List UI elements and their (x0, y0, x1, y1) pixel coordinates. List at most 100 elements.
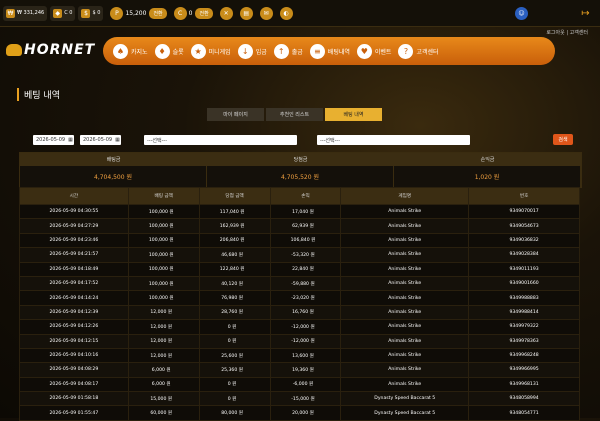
table-cell: Animals Strike (340, 376, 470, 393)
table-cell: 100,000 원 (127, 275, 200, 292)
table-cell: Animals Strike (340, 232, 470, 249)
user-icon[interactable]: ☺ (515, 6, 528, 20)
table-cell: -12,000 원 (269, 319, 342, 335)
table-row: 2026-05-09 04:17:52 100,000 원 40,120 원 -59,… (19, 275, 580, 292)
table-cell: 0 원 (198, 319, 271, 335)
summary-pl-label: 손익금 (394, 153, 581, 166)
game-type-select[interactable]: ---선택--- (144, 135, 297, 145)
col-bet-amount: 배팅 금액 (127, 187, 200, 205)
table-cell: 9349968131 (468, 376, 580, 393)
nav-support[interactable]: ? 고객센터 (398, 43, 439, 59)
search-button[interactable]: 검색 (553, 134, 573, 145)
table-cell: Animals Strike (340, 362, 470, 378)
tab-bet-history[interactable]: 베팅 내역 (325, 108, 382, 121)
filter-bar: 2026-05-09 ▦ 2026-05-09 ▦ ---선택--- ---선택--… (19, 132, 580, 149)
page-tabs: 마이 페이지 추천인 리스트 베팅 내역 (207, 108, 384, 121)
table-cell: 0 원 (198, 376, 271, 393)
col-game: 게임명 (340, 187, 470, 205)
tab-mypage[interactable]: 마이 페이지 (207, 108, 264, 121)
table-row: 2026-05-09 04:14:24 100,000 원 76,980 원 -23,… (19, 290, 580, 306)
summary-bet-value: 4,704,500 원 (20, 166, 207, 187)
col-profit: 손익 (269, 187, 342, 205)
points-icon: P (110, 6, 124, 20)
table-cell: 12,000 원 (127, 304, 200, 321)
table-cell: 106,840 원 (269, 232, 342, 249)
ticket-icon[interactable]: ▤ (239, 6, 253, 20)
table-cell: Animals Strike (340, 290, 470, 306)
table-cell: 0 원 (198, 391, 271, 407)
table-cell: Animals Strike (340, 247, 470, 263)
nav-deposit[interactable]: ↓ 입금 (237, 43, 267, 59)
table-cell: 2026-05-09 04:27:29 (19, 218, 129, 234)
tools-icon[interactable]: ✕ (219, 6, 233, 20)
deposit-icon: ↓ (237, 43, 253, 59)
summary-pl-value: 1,020 원 (394, 166, 581, 187)
table-cell: -6,000 원 (269, 376, 342, 393)
table-cell: 2026-05-09 04:12:15 (19, 333, 129, 349)
tab-referrals[interactable]: 추천인 리스트 (266, 108, 323, 121)
table-cell: 100,000 원 (127, 247, 200, 263)
nav-minigame[interactable]: ★ 미니게임 (190, 43, 231, 59)
nav-casino[interactable]: ♠ 카지노 (113, 43, 148, 59)
table-cell: 2026-05-09 01:55:47 (19, 405, 129, 421)
balance-chip-casino: ◆ C 0 (50, 5, 76, 21)
bet-history-table: 시간 배팅 금액 당첨 금액 손익 게임명 번호 2026-05-09 04:3… (19, 187, 580, 421)
table-row: 2026-05-09 04:10:16 12,000 원 25,600 원 13,60… (19, 347, 580, 364)
message-icon[interactable]: ✉ (259, 6, 273, 20)
coin-icon: C (173, 6, 187, 20)
coin-convert-button[interactable]: 전환 (195, 7, 213, 19)
nav-withdraw[interactable]: ↑ 출금 (273, 43, 303, 59)
table-cell: 0 원 (198, 333, 271, 349)
casino-icon: ♠ (113, 43, 128, 59)
table-cell: 9349054673 (468, 218, 580, 234)
table-cell: Animals Strike (340, 275, 470, 292)
table-cell: 9348054771 (468, 405, 580, 421)
table-cell: 28,760 원 (198, 304, 271, 321)
date-from-input[interactable]: 2026-05-09 ▦ (33, 135, 74, 145)
table-cell: -23,020 원 (269, 290, 342, 306)
game-select[interactable]: ---선택--- (317, 135, 470, 145)
table-cell: Animals Strike (340, 304, 470, 321)
points-convert-button[interactable]: 전환 (149, 7, 167, 19)
table-cell: 9349988883 (468, 290, 580, 306)
nav-slot[interactable]: ♦ 슬롯 (154, 43, 184, 59)
table-cell: Animals Strike (340, 203, 470, 220)
chip-icon: ◆ (53, 8, 63, 18)
table-cell: 9349011193 (468, 261, 580, 277)
table-cell: 2026-05-09 04:12:26 (19, 319, 129, 335)
summary-panel: 배팅금 당첨금 손익금 4,704,500 원 4,705,520 원 1,02… (19, 152, 582, 188)
date-to-input[interactable]: 2026-05-09 ▦ (80, 135, 121, 145)
table-cell: 22,840 원 (269, 261, 342, 277)
table-row: 2026-05-09 04:12:39 12,000 원 28,760 원 16,76… (19, 304, 580, 321)
nav-event[interactable]: ♥ 이벤트 (356, 43, 391, 59)
table-cell: 9349966995 (468, 362, 580, 378)
table-cell: -53,320 원 (269, 247, 342, 263)
table-cell: 76,980 원 (198, 290, 271, 306)
table-cell: Animals Strike (340, 319, 470, 335)
nav-bet-history[interactable]: ≡ 배팅내역 (309, 43, 350, 59)
top-link[interactable]: 로그아웃 | 고객센터 (546, 29, 588, 36)
chat-icon[interactable]: ◐ (279, 6, 293, 20)
dollar-icon: $ (81, 8, 91, 18)
table-cell: 122,840 원 (198, 261, 271, 277)
table-cell: 20,000 원 (269, 405, 342, 421)
table-cell: 2026-05-09 04:08:29 (19, 362, 129, 378)
table-cell: 46,680 원 (198, 247, 271, 263)
minigame-icon: ★ (190, 43, 206, 59)
table-cell: 9349001660 (468, 275, 580, 292)
logout-icon[interactable]: ↦ (579, 7, 592, 20)
table-cell: 12,000 원 (127, 319, 200, 335)
table-cell: 2026-05-09 04:08:17 (19, 376, 129, 393)
table-cell: 19,360 원 (269, 362, 342, 378)
table-row: 2026-05-09 04:23:46 100,000 원 206,840 원 106… (19, 232, 580, 249)
logo[interactable]: HORNET (6, 42, 95, 58)
table-cell: 9349036832 (468, 232, 580, 249)
table-cell: 25,360 원 (198, 362, 271, 378)
table-cell: 6,000 원 (127, 362, 200, 378)
calendar-icon: ▦ (68, 137, 73, 143)
table-row: 2026-05-09 01:55:47 60,000 원 80,000 원 20,00… (19, 405, 580, 421)
table-cell: 100,000 원 (127, 290, 200, 306)
summary-win-value: 4,705,520 원 (207, 166, 394, 187)
table-cell: 9349988414 (468, 304, 580, 321)
balance-chip-krw: ₩ ₩ 331,246 (3, 5, 48, 21)
